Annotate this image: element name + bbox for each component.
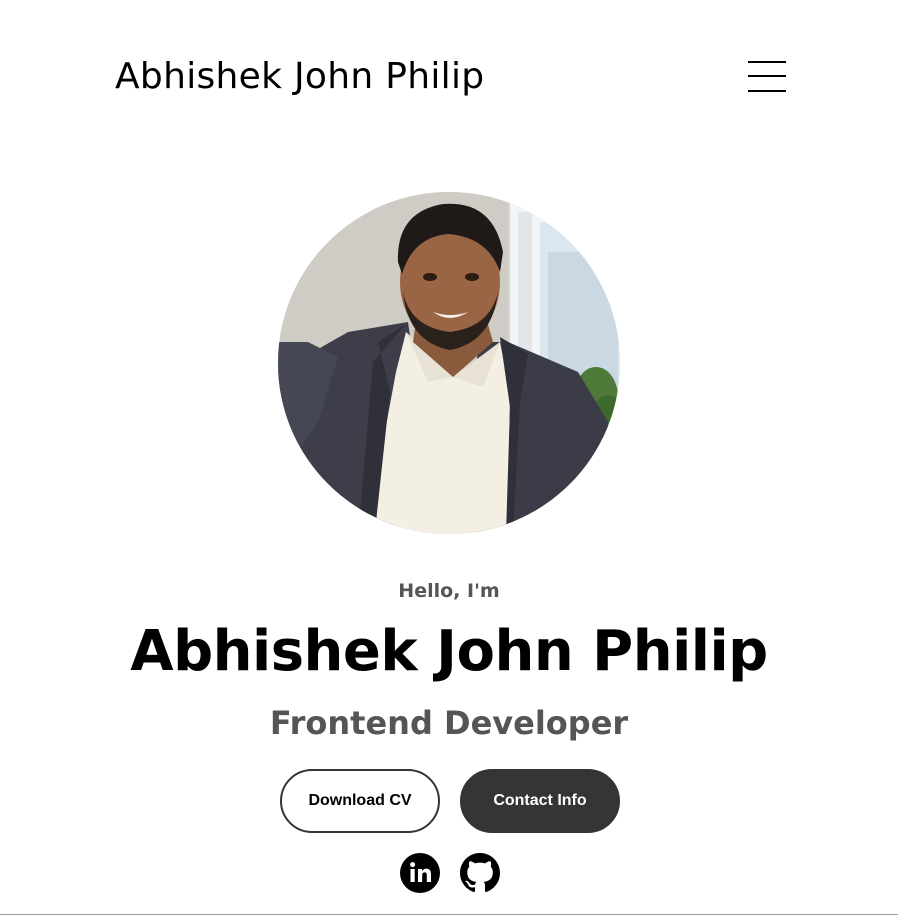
menu-line <box>748 75 786 77</box>
profile-photo <box>278 192 620 534</box>
hamburger-menu-icon[interactable] <box>748 60 786 93</box>
menu-line <box>748 90 786 92</box>
portfolio-page: Abhishek John Philip Hello, I'm Abhishek… <box>0 0 898 916</box>
site-logo-name[interactable]: Abhishek John Philip <box>115 54 484 100</box>
menu-line <box>748 61 786 63</box>
section-divider <box>0 914 898 915</box>
role-title: Frontend Developer <box>269 704 629 742</box>
linkedin-icon[interactable] <box>400 853 440 893</box>
contact-info-button[interactable]: Contact Info <box>460 769 620 833</box>
download-cv-button[interactable]: Download CV <box>280 769 440 833</box>
hero-name: Abhishek John Philip <box>130 619 768 684</box>
github-icon[interactable] <box>460 853 500 893</box>
greeting-text: Hello, I'm <box>398 580 500 602</box>
